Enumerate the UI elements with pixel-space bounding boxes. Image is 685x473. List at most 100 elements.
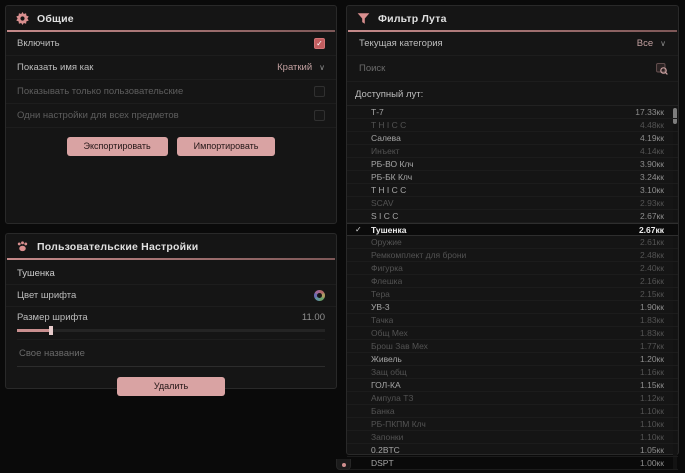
loot-item-value: 3.10кк <box>640 185 664 195</box>
loot-item-row[interactable]: РБ-БК Клч3.24кк <box>347 171 678 184</box>
loot-item-row[interactable]: 0.2BTC1.05кк <box>347 444 678 457</box>
font-size-slider-fill <box>17 329 51 332</box>
search-icon[interactable] <box>656 63 668 75</box>
loot-item-value: 2.15кк <box>640 289 664 299</box>
loot-item-row[interactable]: Флешка2.16кк <box>347 275 678 288</box>
checkbox[interactable] <box>314 110 325 121</box>
user-settings-header: Пользовательские Настройки <box>6 234 336 258</box>
loot-item-name: Тера <box>371 289 390 299</box>
loot-item-name: РБ-БК Клч <box>371 172 412 182</box>
user-settings-panel: Пользовательские Настройки Тушенка Цвет … <box>5 233 337 389</box>
loot-item-row[interactable]: РБ-ПКПМ Клч 1.10кк <box>347 418 678 431</box>
loot-item-row[interactable]: Ампула ТЗ1.12кк <box>347 392 678 405</box>
loot-item-row[interactable]: Защ общ1.16кк <box>347 366 678 379</box>
custom-name-input[interactable] <box>17 339 325 367</box>
loot-item-name: РБ-ВО Клч <box>371 159 414 169</box>
name-display-select[interactable]: Краткий ∨ <box>277 62 325 73</box>
check-icon: ✓ <box>355 225 362 234</box>
loot-item-row[interactable]: DSPT 1.00кк <box>347 457 678 470</box>
loot-item-row[interactable]: Салева4.19кк <box>347 132 678 145</box>
chevron-down-icon: ∨ <box>660 39 666 48</box>
loot-item-row[interactable]: Т-717.33кк <box>347 106 678 119</box>
loot-item-value: 1.00кк <box>640 458 664 468</box>
loot-item-row[interactable]: ✓ Тушенка 2.67кк <box>347 223 678 236</box>
loot-item-row[interactable]: T H I C C4.48кк <box>347 119 678 132</box>
loot-item-value: 4.14кк <box>640 146 664 156</box>
loot-item-name: Ампула ТЗ <box>371 393 413 403</box>
color-wheel-icon[interactable] <box>314 290 325 301</box>
font-color-row: Цвет шрифта <box>6 284 336 306</box>
loot-item-name: S I C C <box>371 211 398 221</box>
loot-item-row[interactable]: Запонки1.10кк <box>347 431 678 444</box>
category-value: Все <box>637 38 653 49</box>
paw-icon <box>16 240 29 253</box>
loot-item-value: 1.83кк <box>640 315 664 325</box>
delete-button[interactable]: Удалить <box>117 377 225 396</box>
funnel-icon <box>357 12 370 25</box>
loot-item-row[interactable]: T H I C C3.10кк <box>347 184 678 197</box>
font-color-label: Цвет шрифта <box>17 290 76 301</box>
general-setting-row: Включить✓ <box>6 32 336 56</box>
loot-item-name: Живель <box>371 354 402 364</box>
loot-item-value: 3.90кк <box>640 159 664 169</box>
font-size-slider[interactable] <box>17 329 325 332</box>
available-loot-label: Доступный лут: <box>347 82 678 105</box>
loot-item-row[interactable]: Общ Мех1.83кк <box>347 327 678 340</box>
category-select[interactable]: Все ∨ <box>637 38 666 49</box>
loot-item-row[interactable]: Брош Зав Мех1.77кк <box>347 340 678 353</box>
loot-item-row[interactable]: Живель1.20кк <box>347 353 678 366</box>
chevron-down-icon: ∨ <box>319 63 325 72</box>
loot-item-row[interactable]: S I C C2.67кк <box>347 210 678 223</box>
loot-item-row[interactable]: Оружие2.61кк <box>347 236 678 249</box>
loot-item-value: 2.93кк <box>640 198 664 208</box>
loot-filter-panel: Фильтр Лута Текущая категория Все ∨ Дост… <box>346 5 679 455</box>
loot-item-row[interactable]: SCAV2.93кк <box>347 197 678 210</box>
loot-item-value: 2.67кк <box>639 225 664 235</box>
category-label: Текущая категория <box>359 38 443 49</box>
panel-title: Общие <box>37 13 74 25</box>
loot-item-value: 1.10кк <box>640 432 664 442</box>
general-setting-row: Показать имя как Краткий ∨ <box>6 56 336 80</box>
loot-item-name: ГОЛ-КА <box>371 380 401 390</box>
loot-item-name: Ремкомплект для брони <box>371 250 466 260</box>
font-size-label: Размер шрифта <box>17 312 88 323</box>
window-drag-handle[interactable] <box>336 459 351 470</box>
loot-item-name: Брош Зав Мех <box>371 341 428 351</box>
general-settings-panel: Общие Включить✓Показать имя какКраткий∨П… <box>5 5 337 224</box>
export-import-row: Экспортировать Импортировать <box>6 137 336 156</box>
checkbox[interactable]: ✓ <box>314 38 325 49</box>
search-row <box>347 56 678 82</box>
loot-item-row[interactable]: Тера 2.15кк <box>347 288 678 301</box>
search-input[interactable] <box>359 60 656 77</box>
setting-label: Показать имя как <box>17 62 93 73</box>
loot-item-row[interactable]: Фигурка 2.40кк <box>347 262 678 275</box>
panel-title: Пользовательские Настройки <box>37 241 198 253</box>
loot-item-name: DSPT <box>371 458 394 468</box>
loot-item-name: Фигурка <box>371 263 403 273</box>
loot-item-name: Тушенка <box>371 225 407 235</box>
loot-item-row[interactable]: Банка1.10кк <box>347 405 678 418</box>
select-value: Краткий <box>277 62 312 73</box>
import-button[interactable]: Импортировать <box>177 137 276 156</box>
setting-label: Показывать только пользовательские <box>17 86 183 97</box>
loot-item-value: 2.40кк <box>640 263 664 273</box>
loot-item-row[interactable]: РБ-ВО Клч 3.90кк <box>347 158 678 171</box>
loot-item-name: Оружие <box>371 237 402 247</box>
loot-item-row[interactable]: УВ-31.90кк <box>347 301 678 314</box>
loot-item-name: УВ-3 <box>371 302 390 312</box>
loot-item-row[interactable]: Инъект4.14кк <box>347 145 678 158</box>
loot-item-row[interactable]: Ремкомплект для брони 2.48кк <box>347 249 678 262</box>
loot-item-value: 1.16кк <box>640 367 664 377</box>
loot-item-name: 0.2BTC <box>371 445 400 455</box>
loot-item-value: 1.10кк <box>640 419 664 429</box>
loot-item-row[interactable]: ГОЛ-КА1.15кк <box>347 379 678 392</box>
loot-item-name: Тачка <box>371 315 393 325</box>
loot-item-row[interactable]: Тачка 1.83кк <box>347 314 678 327</box>
loot-item-value: 4.48кк <box>640 120 664 130</box>
font-size-slider-thumb[interactable] <box>49 326 53 335</box>
export-button[interactable]: Экспортировать <box>67 137 168 156</box>
checkbox[interactable] <box>314 86 325 97</box>
loot-item-value: 1.83кк <box>640 328 664 338</box>
loot-item-value: 2.48кк <box>640 250 664 260</box>
loot-item-name: РБ-ПКПМ Клч <box>371 419 426 429</box>
